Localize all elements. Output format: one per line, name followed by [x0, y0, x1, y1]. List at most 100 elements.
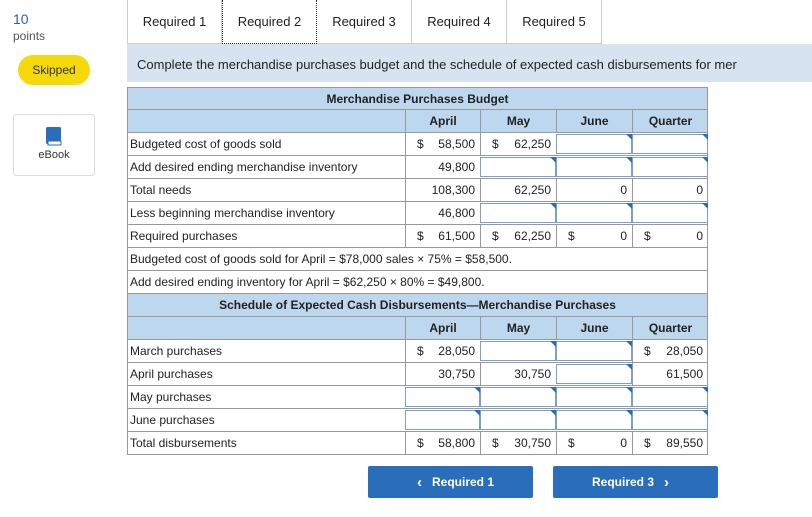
input-june[interactable] [556, 203, 632, 223]
schedule-title: Schedule of Expected Cash Disbursements—… [127, 294, 708, 317]
note-text: Add desired ending inventory for April =… [130, 275, 485, 289]
currency-symbol: $ [568, 436, 575, 450]
input-quarter[interactable] [632, 134, 708, 154]
cell-value: 61,500 [438, 229, 475, 243]
tab-required-1[interactable]: Required 1 [127, 0, 222, 44]
tab-required-5[interactable]: Required 5 [507, 0, 602, 44]
cell-may: $62,250 [480, 225, 556, 247]
schedule-col-may: May [480, 317, 556, 339]
points-value: 10 [13, 11, 29, 27]
note-row: Add desired ending inventory for April =… [127, 271, 708, 294]
cell-quarter: 61,500 [632, 363, 708, 385]
input-june[interactable] [556, 157, 632, 177]
cell-may: 62,250 [480, 179, 556, 201]
tab-required-4[interactable]: Required 4 [412, 0, 507, 44]
table-row: Less beginning merchandise inventory 46,… [127, 202, 708, 225]
input-april[interactable] [405, 410, 480, 430]
row-label: April purchases [130, 367, 213, 381]
instruction-text: Complete the merchandise purchases budge… [127, 44, 812, 82]
row-label: Total needs [130, 183, 192, 197]
cell-may: $62,250 [480, 133, 556, 155]
currency-symbol: $ [492, 436, 499, 450]
cell-value: 62,250 [514, 137, 551, 151]
input-may[interactable] [480, 341, 556, 361]
currency-symbol: $ [644, 229, 651, 243]
row-label: Required purchases [130, 229, 238, 243]
budget-header-row: April May June Quarter [127, 110, 708, 133]
input-may[interactable] [480, 203, 556, 223]
cell-april: 108,300 [405, 179, 480, 201]
budget-title: Merchandise Purchases Budget [127, 87, 708, 110]
cell-april: 46,800 [405, 202, 480, 224]
table-row: Total needs 108,300 62,250 0 0 [127, 179, 708, 202]
input-june[interactable] [556, 134, 632, 154]
row-label: Total disbursements [130, 436, 237, 450]
input-may[interactable] [480, 410, 556, 430]
cell-value: 0 [696, 229, 703, 243]
ebook-button[interactable]: eBook [13, 114, 95, 176]
cell-value: 0 [620, 229, 627, 243]
cell-value: 28,050 [666, 344, 703, 358]
status-badge: Skipped [18, 55, 90, 85]
cell-april: $61,500 [405, 225, 480, 247]
tab-required-2[interactable]: Required 2 [222, 0, 317, 44]
table-row: Add desired ending merchandise inventory… [127, 156, 708, 179]
cell-value: 58,800 [438, 436, 475, 450]
budget-col-quarter: Quarter [632, 110, 708, 132]
cell-april: 49,800 [405, 156, 480, 178]
row-label: Add desired ending merchandise inventory [130, 160, 358, 174]
cell-june: 0 [556, 179, 632, 201]
note-text: Budgeted cost of goods sold for April = … [130, 252, 512, 266]
currency-symbol: $ [417, 229, 424, 243]
table-row: Required purchases $61,500 $62,250 $0 $0 [127, 225, 708, 248]
input-june[interactable] [556, 410, 632, 430]
input-april[interactable] [405, 387, 480, 407]
schedule-col-april: April [405, 317, 480, 339]
budget-col-may: May [480, 110, 556, 132]
cell-value: 0 [620, 436, 627, 450]
input-quarter[interactable] [632, 203, 708, 223]
input-june[interactable] [556, 364, 632, 384]
prev-button-label: Required 1 [431, 475, 494, 489]
chevron-left-icon: ‹ [416, 473, 422, 491]
cell-june: $0 [556, 225, 632, 247]
ebook-label: eBook [38, 149, 70, 161]
cell-may: $30,750 [480, 432, 556, 454]
cell-quarter: $89,550 [632, 432, 708, 454]
cell-may: 30,750 [480, 363, 556, 385]
cell-value: 89,550 [666, 436, 703, 450]
table-row: May purchases [127, 386, 708, 409]
cell-value: 28,050 [438, 344, 475, 358]
cell-value: 58,500 [438, 137, 475, 151]
table-row: Total disbursements $58,800 $30,750 $0 $… [127, 432, 708, 455]
budget-col-april: April [405, 110, 480, 132]
next-button-label: Required 3 [591, 475, 654, 489]
tab-required-3[interactable]: Required 3 [317, 0, 412, 44]
next-required-button[interactable]: Required 3 › [553, 466, 718, 498]
input-june[interactable] [556, 387, 632, 407]
prev-required-button[interactable]: ‹ Required 1 [368, 466, 533, 498]
input-may[interactable] [480, 157, 556, 177]
schedule-col-quarter: Quarter [632, 317, 708, 339]
table-row: April purchases 30,750 30,750 61,500 [127, 363, 708, 386]
note-row: Budgeted cost of goods sold for April = … [127, 248, 708, 271]
currency-symbol: $ [492, 137, 499, 151]
cell-april: $28,050 [405, 340, 480, 362]
points-label: points [13, 29, 46, 43]
currency-symbol: $ [417, 344, 424, 358]
input-june[interactable] [556, 341, 632, 361]
input-quarter[interactable] [632, 157, 708, 177]
currency-symbol: $ [417, 436, 424, 450]
input-may[interactable] [480, 387, 556, 407]
schedule-header-row: April May June Quarter [127, 317, 708, 340]
currency-symbol: $ [417, 137, 424, 151]
cell-value: 30,750 [514, 436, 551, 450]
row-label: May purchases [130, 390, 212, 404]
cell-quarter: 0 [632, 179, 708, 201]
cell-april: 30,750 [405, 363, 480, 385]
input-quarter[interactable] [632, 410, 708, 430]
input-quarter[interactable] [632, 387, 708, 407]
row-label: March purchases [130, 344, 223, 358]
cell-june: $0 [556, 432, 632, 454]
row-label: Less beginning merchandise inventory [130, 206, 335, 220]
